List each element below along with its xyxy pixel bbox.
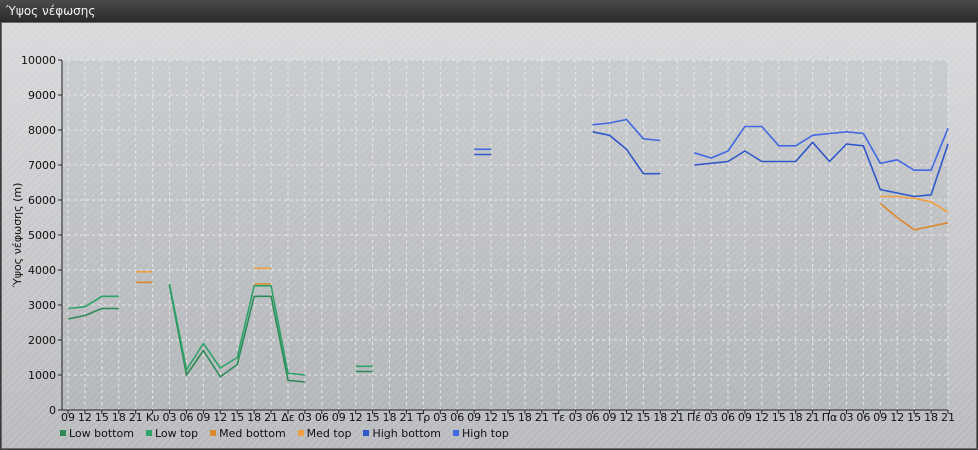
y-tick-label: 5000 — [28, 229, 56, 242]
x-tick-label: 12 — [78, 411, 92, 424]
x-tick-label: 06 — [179, 411, 193, 424]
x-tick-label: 15 — [636, 411, 650, 424]
x-tick-label: Τε — [551, 411, 565, 424]
x-tick-label: 03 — [298, 411, 312, 424]
y-tick-label: 0 — [49, 404, 56, 417]
x-tick-label: 18 — [112, 411, 126, 424]
x-tick-label: 06 — [856, 411, 870, 424]
x-tick-label: 15 — [366, 411, 380, 424]
x-tick-label: 12 — [619, 411, 633, 424]
y-tick-label: 4000 — [28, 264, 56, 277]
legend-label: High bottom — [372, 426, 441, 440]
x-tick-label: 06 — [450, 411, 464, 424]
x-tick-label: 21 — [264, 411, 278, 424]
y-axis-label: Ύψος νέφωσης (m) — [11, 183, 24, 289]
x-tick-label: 12 — [890, 411, 904, 424]
legend-swatch — [210, 430, 217, 436]
x-tick-label: Τρ — [416, 411, 431, 424]
legend-swatch — [297, 430, 304, 436]
x-tick-label: 18 — [247, 411, 261, 424]
y-tick-label: 1000 — [28, 369, 56, 382]
cloud-height-chart: 0 1000 2000 3000 4000 5000 6000 7000 8000 9000 100… — [11, 54, 955, 424]
y-tick-label: 3000 — [28, 299, 56, 312]
x-tick-label: 18 — [653, 411, 667, 424]
x-tick-label: Κυ — [146, 411, 160, 424]
legend-item: Med bottom — [210, 426, 286, 440]
x-tick-label: 09 — [332, 411, 346, 424]
x-tick-label: 15 — [501, 411, 515, 424]
legend-item: Med top — [297, 426, 352, 440]
x-tick-label: 18 — [789, 411, 803, 424]
x-tick-label: 03 — [839, 411, 853, 424]
x-tick-label: 15 — [95, 411, 109, 424]
x-tick-label: 09 — [467, 411, 481, 424]
x-tick-label: Πα — [822, 411, 838, 424]
x-tick-label: 21 — [806, 411, 820, 424]
chart-window: Ύψος νέφωσης 0 1000 2000 3000 4000 5000 6000 70… — [0, 0, 978, 450]
y-tick-label: 10000 — [21, 54, 56, 67]
x-tick-label: 09 — [196, 411, 210, 424]
x-tick-label: 12 — [755, 411, 769, 424]
x-tick-label: 03 — [569, 411, 583, 424]
x-tick-label: 09 — [603, 411, 617, 424]
legend-label: Low bottom — [69, 426, 134, 440]
x-tick-label: 12 — [349, 411, 363, 424]
x-tick-label: 06 — [586, 411, 600, 424]
legend-label: High top — [462, 426, 509, 440]
legend-swatch — [145, 430, 152, 436]
legend-item: High bottom — [363, 426, 441, 440]
x-tick-label: 09 — [61, 411, 75, 424]
legend-item: High top — [453, 426, 509, 440]
x-tick-label: 18 — [383, 411, 397, 424]
x-tick-label: 21 — [670, 411, 684, 424]
x-tick-label: 21 — [129, 411, 143, 424]
legend-swatch — [453, 430, 459, 436]
x-tick-label: Δε — [281, 411, 295, 424]
x-tick-label: 21 — [941, 411, 955, 424]
legend-swatch — [363, 430, 370, 436]
x-tick-label: 18 — [924, 411, 938, 424]
x-tick-label: 21 — [399, 411, 413, 424]
x-tick-label: 06 — [721, 411, 735, 424]
y-tick-label: 2000 — [28, 334, 56, 347]
y-tick-label: 7000 — [28, 159, 56, 172]
legend-swatch — [60, 430, 66, 436]
x-tick-label: 09 — [873, 411, 887, 424]
x-tick-label: 15 — [230, 411, 244, 424]
x-tick-label: Πέ — [687, 411, 701, 424]
chart-legend: Low bottom Low top Med bottom Med top High b… — [60, 426, 509, 440]
legend-item: Low top — [145, 426, 199, 440]
x-tick-label: 15 — [772, 411, 786, 424]
y-tick-label: 9000 — [28, 89, 56, 102]
x-tick-label: 18 — [518, 411, 532, 424]
x-tick-label: 03 — [433, 411, 447, 424]
x-tick-label: 09 — [738, 411, 752, 424]
x-tick-label: 12 — [484, 411, 498, 424]
x-tick-label: 21 — [535, 411, 549, 424]
legend-label: Med top — [306, 426, 352, 440]
x-tick-label: 06 — [315, 411, 329, 424]
x-tick-label: 15 — [907, 411, 921, 424]
x-tick-label: 12 — [213, 411, 227, 424]
x-tick-label: 03 — [163, 411, 177, 424]
legend-label: Med bottom — [219, 426, 286, 440]
legend-label: Low top — [154, 426, 199, 440]
x-tick-label: 03 — [704, 411, 718, 424]
y-tick-label: 6000 — [28, 194, 56, 207]
y-tick-label: 8000 — [28, 124, 56, 137]
legend-item: Low bottom — [60, 426, 134, 440]
